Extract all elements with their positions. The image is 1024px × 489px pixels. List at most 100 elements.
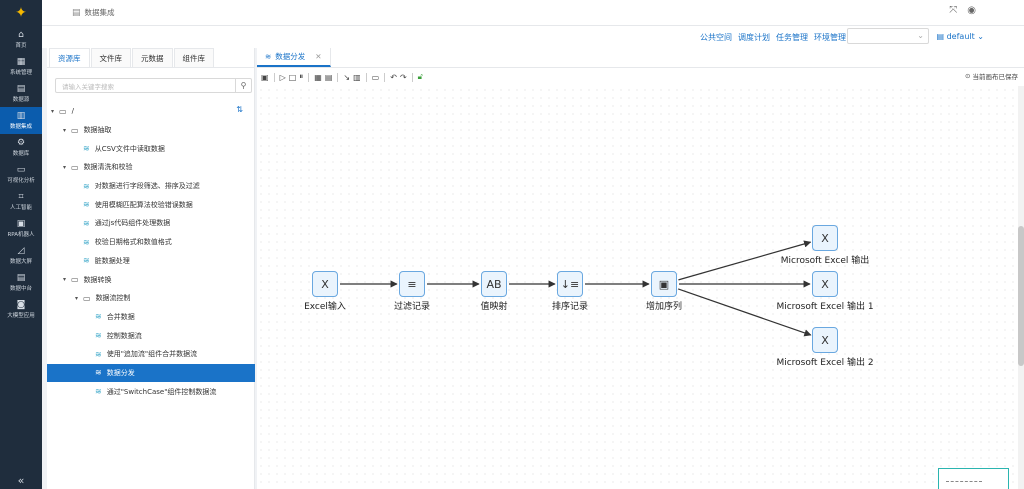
tab-files[interactable]: 文件库 [90, 48, 131, 67]
link-env-manage[interactable]: 环境管理 [814, 32, 846, 43]
tree-item[interactable]: ≋ 使用"追加流"组件合并数据流 [47, 345, 255, 364]
node-out2[interactable]: X [812, 327, 838, 353]
analysis-icon[interactable]: ↘ [343, 73, 350, 82]
tab-components[interactable]: 组件库 [173, 48, 214, 67]
tree-label: 控制数据流 [106, 331, 142, 340]
flow-icon: ≋ [265, 52, 272, 61]
flow-edge[interactable] [677, 288, 812, 337]
tree-item[interactable]: ≋ 通过"SwitchCase"组件控制数据流 [47, 382, 255, 401]
check-circle-icon: ⊙ [965, 72, 971, 80]
node-glyph: X [821, 231, 829, 245]
caret-down-icon[interactable]: ▾ [63, 164, 71, 171]
search-input[interactable]: 请输入关键字搜索 ⚲ [55, 78, 252, 93]
node-add-seq[interactable]: ▣ [651, 271, 677, 297]
flow-icon: ≋ [83, 144, 90, 154]
nav-item-visual[interactable]: ▭ 可视化分析 [0, 161, 42, 188]
user-avatar-icon[interactable]: ◉ [967, 5, 976, 16]
tree-folder[interactable]: ▾ ▭ 数据抽取 [47, 121, 255, 140]
tab-metadata[interactable]: 元数据 [132, 48, 173, 67]
nav-item-datasource[interactable]: ▤ 数据源 [0, 80, 42, 107]
db-icon: ⚙ [16, 138, 26, 148]
nav-item-model[interactable]: ◙ 大模型应用 [0, 296, 42, 323]
canvas-scrollbar[interactable] [1018, 86, 1024, 489]
nav-item-rpa[interactable]: ▣ RPA机器人 [0, 215, 42, 242]
link-task-manage[interactable]: 任务管理 [776, 32, 808, 43]
tree-folder[interactable]: ▾ ▭ 数据转换 [47, 270, 255, 289]
caret-down-icon[interactable]: ▾ [63, 276, 71, 283]
report-icon[interactable]: ▥ [353, 73, 361, 82]
node-label: 过滤记录 [393, 302, 431, 312]
minimap[interactable] [938, 468, 1009, 489]
node-glyph: X [821, 277, 829, 291]
save-icon[interactable]: ▣ [261, 73, 269, 82]
fullscreen-icon[interactable]: ⤧ [949, 5, 957, 16]
tab-data-distribute[interactable]: ≋ 数据分发 ✕ [257, 48, 331, 67]
grid-toggle-icon[interactable]: ▦ [314, 73, 322, 82]
tree-item[interactable]: ≋ 数据分发 [47, 363, 255, 383]
node-out0[interactable]: X [812, 225, 838, 251]
node-glyph: X [821, 333, 829, 347]
database-icon: ▤ [16, 84, 26, 94]
resource-panel: 资源库 文件库 元数据 组件库 请输入关键字搜索 ⚲ ⇅ ▾ ▭ / ▾ ▭ 数据抽取 ≋ 从… [47, 48, 255, 489]
caret-down-icon[interactable]: ▾ [63, 127, 71, 134]
tree-item[interactable]: ≋ 从CSV文件中读取数据 [47, 139, 255, 158]
node-sort[interactable]: ↓≡ [557, 271, 583, 297]
link-schedule[interactable]: 调度计划 [738, 32, 770, 43]
nav-item-home[interactable]: ⌂ 首页 [0, 26, 42, 53]
table-icon[interactable]: ▤ [325, 73, 333, 82]
top-bar: ▤ 数据集成 ⤧ ◉ [42, 0, 1024, 26]
resource-tree: ⇅ ▾ ▭ / ▾ ▭ 数据抽取 ≋ 从CSV文件中读取数据 ▾ ▭ 数据清洗和校验 ≋ 对数据进行字段… [47, 102, 255, 401]
tree-item[interactable]: ≋ 使用模糊匹配算法校验错误数据 [47, 195, 255, 214]
node-label: Microsoft Excel 输出 [780, 256, 870, 266]
close-icon[interactable]: ✕ [315, 52, 321, 61]
env-select[interactable]: ⌄ [847, 28, 929, 44]
tree-label: 对数据进行字段筛选、排序及过滤 [94, 182, 200, 191]
flow-icon: ≋ [95, 368, 102, 378]
tree-item[interactable]: ≋ 合并数据 [47, 308, 255, 327]
caret-down-icon[interactable]: ▾ [75, 295, 83, 302]
workspace-select[interactable]: ▤ default ⌄ [936, 32, 984, 41]
tab-repository[interactable]: 资源库 [49, 48, 90, 67]
nav-item-platform[interactable]: ▤ 数据中台 [0, 269, 42, 296]
tree-item[interactable]: ≋ 对数据进行字段筛选、排序及过滤 [47, 177, 255, 196]
tree-folder[interactable]: ▾ ▭ / [47, 102, 255, 121]
nav-item-screen[interactable]: ◿ 数据大屏 [0, 242, 42, 269]
redo-icon[interactable]: ↷ [400, 73, 407, 82]
nav-item-ai[interactable]: ⌗ 人工智能 [0, 188, 42, 215]
flow-canvas[interactable]: X Excel输入 ≡ 过滤记录 AB 值映射 ↓≡ 排序记录 ▣ 增加序列 X Microsoft … [257, 86, 1017, 489]
node-value-map[interactable]: AB [481, 271, 507, 297]
nav-item-integration[interactable]: ▥ 数据集成 [0, 107, 42, 134]
tree-item[interactable]: ≋ 控制数据流 [47, 326, 255, 345]
pause-icon[interactable]: ⏸ [299, 72, 303, 82]
tree-item[interactable]: ≋ 校验日期格式和数值格式 [47, 233, 255, 252]
search-placeholder: 请输入关键字搜索 [62, 83, 114, 91]
link-public-space[interactable]: 公共空间 [700, 32, 732, 43]
nav-item-system[interactable]: ▦ 系统管理 [0, 53, 42, 80]
tree-folder[interactable]: ▾ ▭ 数据流控制 [47, 289, 255, 308]
undo-icon[interactable]: ↶ [390, 73, 397, 82]
unlock-icon[interactable]: 🔓︎ [418, 72, 423, 82]
tree-item[interactable]: ≋ 通过js代码组件处理数据 [47, 214, 255, 233]
header-links-bar: 公共空间 调度计划 任务管理 环境管理 ⌄ ▤ default ⌄ [42, 26, 1024, 48]
tree-label: 合并数据 [106, 312, 135, 321]
stop-icon[interactable]: □ [289, 73, 297, 82]
node-label: Excel输入 [304, 302, 346, 312]
robot-icon: ▣ [16, 219, 26, 229]
node-excel-input[interactable]: X [312, 271, 338, 297]
folder-icon: ▭ [83, 293, 91, 303]
flow-icon: ≋ [95, 331, 102, 341]
node-filter[interactable]: ≡ [399, 271, 425, 297]
tree-label: 数据转换 [83, 275, 112, 284]
search-icon[interactable]: ⚲ [235, 79, 251, 92]
caret-down-icon[interactable]: ▾ [51, 108, 59, 115]
tree-label: 使用模糊匹配算法校验错误数据 [94, 200, 193, 209]
collapse-nav-button[interactable]: « [0, 471, 42, 489]
tree-label: 通过js代码组件处理数据 [94, 219, 171, 228]
tree-item[interactable]: ≋ 脏数据处理 [47, 252, 255, 271]
run-icon[interactable]: ▷ [280, 73, 286, 82]
chart-icon: ◿ [17, 246, 25, 256]
tree-folder[interactable]: ▾ ▭ 数据清洗和校验 [47, 158, 255, 177]
nav-item-db[interactable]: ⚙ 数据库 [0, 134, 42, 161]
image-icon[interactable]: ▭ [372, 73, 380, 82]
node-out1[interactable]: X [812, 271, 838, 297]
